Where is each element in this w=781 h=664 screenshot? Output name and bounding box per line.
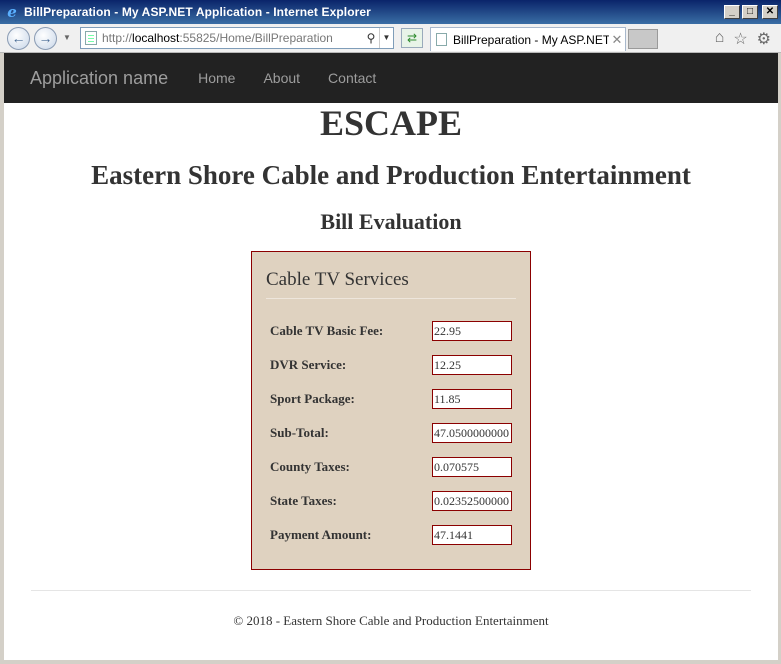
bill-form: Cable TV Services Cable TV Basic Fee: 22…	[251, 251, 531, 570]
browser-tab[interactable]: BillPreparation - My ASP.NET... ✕	[430, 27, 626, 51]
home-icon[interactable]: ⌂	[715, 29, 725, 49]
settings-gear-icon[interactable]: ⚙	[757, 29, 771, 49]
nav-link-home[interactable]: Home	[184, 70, 249, 86]
state-taxes-field[interactable]: 0.02352500000	[432, 491, 512, 511]
sport-package-field[interactable]: 11.85	[432, 389, 512, 409]
new-tab-button[interactable]	[628, 29, 658, 49]
url-prefix: http://	[102, 31, 133, 45]
address-url[interactable]: http://localhost:55825/Home/BillPreparat…	[102, 31, 363, 45]
bill-label: Payment Amount:	[270, 527, 372, 542]
bill-row-county-taxes: County Taxes: 0.070575	[270, 457, 514, 477]
sub-total-field[interactable]: 47.0500000000	[432, 423, 512, 443]
bill-label: Sport Package:	[270, 391, 355, 406]
toolbar-right-icons: ⌂ ☆ ⚙	[715, 29, 771, 49]
bill-label: State Taxes:	[270, 493, 337, 508]
bill-row-payment: Payment Amount: 47.1441	[270, 525, 514, 545]
tab-label: BillPreparation - My ASP.NET...	[453, 32, 609, 47]
ie-logo-icon: e	[7, 3, 17, 21]
bill-row-basic-fee: Cable TV Basic Fee: 22.95	[270, 321, 514, 341]
window-titlebar: e BillPreparation - My ASP.NET Applicati…	[0, 0, 781, 24]
bill-label: DVR Service:	[270, 357, 347, 372]
forward-arrow-icon: →	[38, 30, 53, 46]
county-taxes-field[interactable]: 0.070575	[432, 457, 512, 477]
search-icon[interactable]: ⚲	[363, 31, 379, 45]
favorites-star-icon[interactable]: ☆	[733, 29, 747, 49]
navbar-brand[interactable]: Application name	[30, 68, 168, 89]
page-footer: © 2018 - Eastern Shore Cable and Product…	[233, 613, 549, 628]
bill-form-title: Cable TV Services	[266, 269, 516, 299]
bill-row-state-taxes: State Taxes: 0.02352500000	[270, 491, 514, 511]
tab-close-icon[interactable]: ✕	[609, 32, 625, 48]
bill-label: County Taxes:	[270, 459, 350, 474]
page-content: ESCAPE Eastern Shore Cable and Productio…	[4, 104, 778, 235]
back-button[interactable]: ←	[7, 27, 30, 50]
page-viewport: Application name Home About Contact ESCA…	[4, 53, 778, 660]
maximize-button[interactable]: □	[742, 5, 758, 19]
browser-toolbar: ← → ▼ http://localhost:55825/Home/BillPr…	[0, 24, 781, 53]
history-dropdown-icon[interactable]: ▼	[63, 33, 71, 42]
footer-divider	[31, 590, 751, 591]
back-arrow-icon: ←	[11, 30, 26, 46]
url-host: localhost	[132, 31, 180, 45]
bill-row-dvr: DVR Service: 12.25	[270, 355, 514, 375]
nav-link-about[interactable]: About	[249, 70, 314, 86]
payment-amount-field[interactable]: 47.1441	[432, 525, 512, 545]
dvr-service-field[interactable]: 12.25	[432, 355, 512, 375]
minimize-button[interactable]: _	[724, 5, 740, 19]
window-controls: _ □ ✕	[724, 5, 778, 19]
company-acronym-heading: ESCAPE	[319, 103, 463, 143]
site-navbar: Application name Home About Contact	[4, 53, 778, 103]
bill-label: Sub-Total:	[270, 425, 329, 440]
window-title: BillPreparation - My ASP.NET Application…	[24, 5, 371, 19]
nav-link-contact[interactable]: Contact	[314, 70, 390, 86]
page-icon	[85, 31, 97, 45]
address-dropdown-icon[interactable]: ▼	[379, 28, 393, 48]
refresh-icon[interactable]: ⇄	[401, 28, 423, 48]
bill-row-sport: Sport Package: 11.85	[270, 389, 514, 409]
close-window-button[interactable]: ✕	[762, 5, 778, 19]
url-path: :55825/Home/BillPreparation	[179, 31, 333, 45]
company-name-heading: Eastern Shore Cable and Production Enter…	[91, 160, 691, 190]
page-heading: Bill Evaluation	[320, 209, 462, 234]
forward-button[interactable]: →	[34, 27, 57, 50]
window-bottom-frame	[0, 660, 781, 664]
bill-label: Cable TV Basic Fee:	[270, 323, 384, 338]
basic-fee-field[interactable]: 22.95	[432, 321, 512, 341]
address-bar[interactable]: http://localhost:55825/Home/BillPreparat…	[80, 27, 394, 49]
tab-page-icon	[436, 33, 447, 46]
bill-row-subtotal: Sub-Total: 47.0500000000	[270, 423, 514, 443]
